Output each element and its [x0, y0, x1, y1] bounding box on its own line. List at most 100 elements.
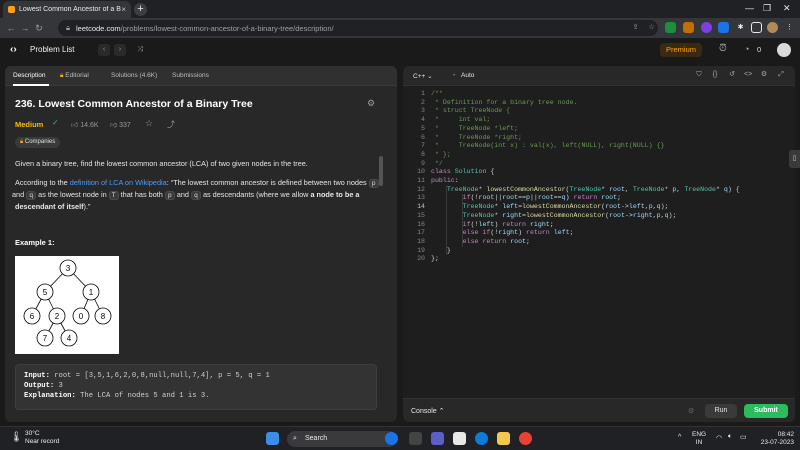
code-text: if(!left) return right; [462, 220, 554, 228]
tab-solutions[interactable]: Solutions (4.6K) [111, 72, 157, 79]
alarm-icon[interactable]: ⏰︎ [719, 43, 727, 54]
prev-problem-icon[interactable]: ‹ [98, 44, 110, 56]
line-number: 12 [417, 185, 425, 193]
extensions-puzzle-icon[interactable]: ✱ [735, 22, 746, 33]
code-editor[interactable]: 1 /** 2 * Definition for a binary tree nod… [403, 90, 795, 310]
task-view-icon[interactable] [409, 432, 422, 445]
extension-icon[interactable] [683, 22, 694, 33]
weather-icon[interactable]: 🌡︎ [10, 432, 23, 443]
code-line[interactable]: 8 * }; [403, 151, 795, 160]
lock-icon: 🔒︎ [20, 139, 24, 145]
code-icon[interactable]: <> [744, 71, 752, 79]
braces-icon[interactable]: {} [711, 71, 719, 79]
url-field[interactable]: 🔒︎ leetcode.com /problems/lowest-common-… [58, 20, 658, 36]
extension-icon[interactable] [718, 22, 729, 33]
tree-node-label: 0 [79, 312, 84, 321]
leetcode-logo-icon[interactable]: ‹› [10, 44, 21, 56]
code-line[interactable]: 1 /** [403, 90, 795, 99]
next-problem-icon[interactable]: › [114, 44, 126, 56]
tree-node-label: 5 [43, 288, 48, 297]
streak-icon[interactable]: ◔ [744, 44, 749, 54]
forward-icon[interactable]: → [18, 23, 32, 33]
line-number: 2 [421, 98, 425, 106]
windows-start-icon[interactable] [266, 432, 279, 445]
maximize-icon[interactable]: ❐ [763, 3, 771, 14]
side-panel-icon[interactable] [751, 22, 762, 33]
code-line[interactable]: 7 * TreeNode(int x) : val(x), left(NULL)… [403, 142, 795, 151]
minimize-icon[interactable]: — [745, 3, 754, 13]
tab-submissions[interactable]: Submissions [172, 72, 209, 79]
file-explorer-icon[interactable] [497, 432, 510, 445]
code-line[interactable]: 3 * struct TreeNode { [403, 107, 795, 116]
code-line[interactable]: 2 * Definition for a binary tree node. [403, 99, 795, 108]
volume-icon[interactable]: 🔈︎ [728, 433, 732, 441]
reload-icon[interactable]: ↻ [32, 23, 46, 34]
browser-tab[interactable]: Lowest Common Ancestor of a Bi × [3, 1, 131, 18]
wifi-icon[interactable]: ◠ [716, 434, 722, 442]
code-line[interactable]: 5 * TreeNode *left; [403, 125, 795, 134]
close-window-icon[interactable]: ✕ [783, 3, 791, 14]
submit-button[interactable]: Submit [744, 404, 788, 418]
language-indicator[interactable]: ENG IN [692, 431, 706, 447]
back-icon[interactable]: ← [4, 23, 18, 33]
code-line[interactable]: 20}; [403, 255, 795, 264]
tab-close-icon[interactable]: × [121, 5, 126, 14]
line-number: 1 [421, 90, 425, 97]
problem-list-link[interactable]: Problem List [30, 45, 74, 54]
edge-icon[interactable] [475, 432, 488, 445]
settings-gear-icon[interactable]: ⚙︎ [688, 407, 694, 415]
share-link-icon[interactable]: ⤴ [167, 119, 175, 130]
console-toggle[interactable]: Console ⌃ [411, 407, 445, 415]
line-number: 16 [417, 220, 425, 228]
bookmark-star-icon[interactable]: ☆ [646, 22, 657, 33]
user-avatar[interactable] [777, 43, 791, 57]
copilot-icon[interactable] [385, 432, 398, 445]
tab-description[interactable]: Description [13, 72, 46, 79]
tree-node-label: 1 [89, 288, 94, 297]
code-text: class Solution { [431, 168, 495, 176]
shuffle-icon[interactable]: ⤨ [134, 44, 146, 56]
profile-avatar[interactable] [767, 22, 778, 33]
extension-icon[interactable] [701, 22, 712, 33]
auto-mode-label[interactable]: Auto [461, 72, 474, 79]
code-line[interactable]: 9 */ [403, 160, 795, 169]
line-number: 6 [421, 133, 425, 141]
wikipedia-link[interactable]: definition of LCA on Wikipedia [70, 178, 167, 187]
language-select[interactable]: C++ ⌄ [413, 72, 433, 80]
code-line[interactable]: 11 public: [403, 177, 795, 186]
code-line[interactable]: 19 } [403, 247, 795, 256]
weather-widget[interactable]: 30°C Near record [25, 430, 59, 446]
code-line[interactable]: 6 * TreeNode *right; [403, 134, 795, 143]
code-line[interactable]: 4 * int val; [403, 116, 795, 125]
teams-icon[interactable] [431, 432, 444, 445]
menu-kebab-icon[interactable]: ⋮ [784, 22, 795, 33]
fullscreen-icon[interactable]: ⤢ [777, 71, 785, 79]
chrome-icon[interactable] [519, 432, 532, 445]
notes-side-tab[interactable]: ▯ [789, 150, 800, 168]
thumbs-down-icon: 👎︎ [110, 122, 118, 129]
bookmark-icon[interactable]: ⛉ [695, 71, 703, 79]
battery-icon[interactable]: ▭ [740, 433, 747, 441]
like-button[interactable]: 👍︎ 14.6K [71, 120, 99, 129]
code-line[interactable]: 10 class Solution { [403, 168, 795, 177]
search-icon: ⌕ [293, 435, 297, 442]
line-number: 18 [417, 237, 425, 245]
share-icon[interactable]: ⇪ [630, 22, 641, 33]
run-button[interactable]: Run [705, 404, 737, 418]
settings-gear-icon[interactable]: ⚙︎ [367, 98, 375, 109]
tray-chevron-icon[interactable]: ^ [678, 434, 681, 441]
dislike-button[interactable]: 👎︎ 337 [110, 120, 131, 129]
extension-icon[interactable] [665, 22, 676, 33]
scrollbar[interactable] [379, 156, 383, 186]
store-icon[interactable] [453, 432, 466, 445]
favorite-star-icon[interactable]: ☆ [145, 118, 153, 129]
tab-editorial[interactable]: 🔒︎ Editorial [60, 72, 89, 80]
companies-chip[interactable]: 🔒︎ Companies [15, 137, 61, 148]
reset-icon[interactable]: ↺ [728, 71, 736, 79]
taskbar-search[interactable]: ⌕ Search [287, 431, 397, 447]
code-line[interactable]: 12 TreeNode* lowestCommonAncestor(TreeNo… [403, 186, 795, 195]
settings-gear-icon[interactable]: ⚙︎ [760, 71, 768, 79]
clock[interactable]: 08:42 23-07-2023 [754, 431, 794, 447]
new-tab-button[interactable]: + [134, 3, 147, 16]
premium-button[interactable]: Premium [660, 43, 702, 57]
